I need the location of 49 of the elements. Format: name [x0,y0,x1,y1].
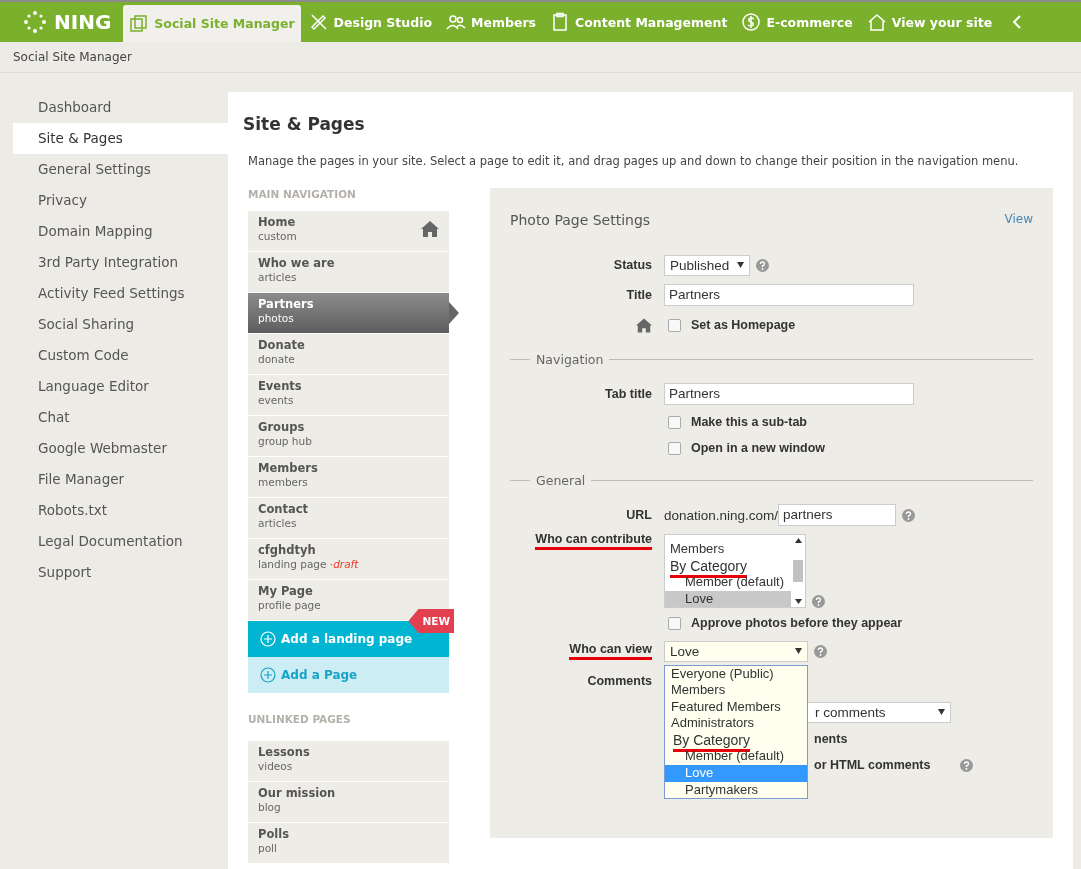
page-name: Donate [258,338,306,352]
checkbox-label: Set as Homepage [691,318,796,332]
page-description: Manage the pages in your site. Select a page to edit it, and drag pages up and down to change their position in the navigation menu. [248,154,1020,168]
checkbox-label: Approve photos before they appear [691,616,903,630]
field-label: Comments [586,674,653,688]
option-text: or HTML comments [814,758,931,772]
field-label: Who can contribute [535,532,652,550]
checkbox-label: Make this a sub-tab [691,415,807,429]
page-title: Site & Pages [243,114,366,134]
page-type: photos [258,312,295,324]
page-type: donate [258,353,296,365]
page-type: custom [258,230,298,242]
section-heading: MAIN NAVIGATION [248,188,357,202]
page-name: Partners [258,297,315,311]
section-legend: General [536,473,586,488]
page-type: blog [258,801,282,813]
page-type: members [258,476,309,488]
field-label: Title [625,288,653,302]
page-type: articles [258,271,298,283]
page-name: Events [258,379,303,393]
field-label: URL [625,508,653,522]
logo-text: NING [54,10,112,34]
field-label: Who can view [569,642,652,660]
page-name: cfghdtyh [258,543,317,557]
page-name: Groups [258,420,306,434]
page-type: events [258,394,295,406]
page-name: Contact [258,502,310,516]
breadcrumb: Social Site Manager [13,50,132,64]
field-label: Status [612,258,653,272]
page-type: landing page ·draft [258,558,360,570]
page-type: articles [258,517,298,529]
field-label: Tab title [604,387,653,401]
checkbox-label: Open in a new window [691,441,826,455]
section-heading: UNLINKED PAGES [248,713,352,727]
page-name: Polls [258,827,291,841]
panel-title: Photo Page Settings [510,212,651,228]
section-legend: Navigation [536,352,604,367]
page-name: Members [258,461,319,475]
page-name: Lessons [258,745,311,759]
page-name: Who we are [258,256,336,270]
page-type: poll [258,842,278,854]
page-name: Home [258,215,297,229]
option-text: nents [814,732,848,746]
page-name: Our mission [258,786,337,800]
page-type: videos [258,760,294,772]
page-type: group hub [258,435,313,447]
page-name: My Page [258,584,314,598]
url-prefix: donation.ning.com/ [664,507,779,523]
page-type: profile page [258,599,322,611]
